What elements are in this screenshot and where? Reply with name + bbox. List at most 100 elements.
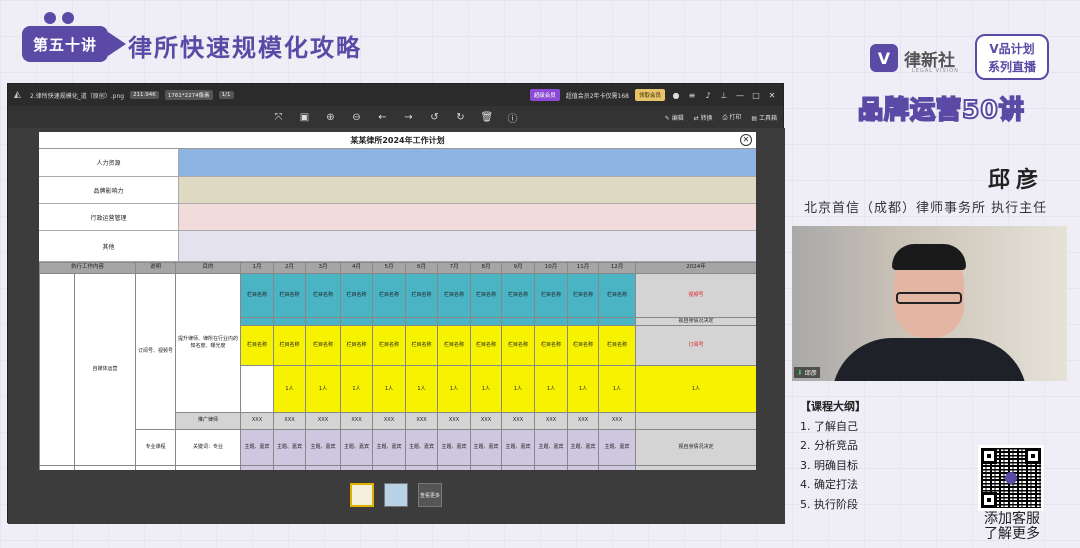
toolbox-label: 工具箱 — [758, 114, 777, 122]
topic-cell: 主题、嘉宾 — [273, 464, 307, 470]
sheet-title-text: 某某律所2024年工作计划 — [350, 136, 445, 145]
topic-cell: 主题、嘉宾 — [405, 464, 439, 470]
promo-cell: XXX — [340, 411, 374, 430]
table-header-cell: 3月 — [305, 262, 342, 274]
print-button[interactable]: ⎙ 打印 — [723, 112, 742, 122]
toolbox-button[interactable]: ▤ 工具箱 — [751, 113, 777, 122]
topic-cell: 主题、嘉宾 — [470, 428, 503, 466]
table-body: 自媒体运营 订阅号、视频号 提升律师、律所在行业内的知名度、曝光度 栏目名称 栏目名称栏… — [39, 273, 756, 470]
image-viewer-window: ◭ 2.律所快速规模化_道（原创）.png 211.94K 1761*2274像… — [7, 83, 785, 524]
topic-cell: 主题、嘉宾 — [240, 428, 275, 466]
column-name-cell: 栏目名称 — [305, 273, 342, 318]
fit-screen-icon[interactable]: ⤧ — [273, 112, 285, 123]
people-cell: 1人 — [534, 365, 569, 413]
upgrade-button[interactable]: 领取会员 — [634, 89, 665, 101]
column-name-cell: 栏目名称 — [501, 273, 536, 318]
table-header-row: 执行工作内容 说明 目的 1月 2月 3月 4月 5月 6月 7月 8月 9月 10月 11月 12月 202… — [39, 262, 756, 274]
thumbnail-current[interactable] — [350, 483, 374, 507]
category-fill — [179, 231, 756, 261]
maximize-icon[interactable]: □ — [751, 91, 761, 100]
table-header-cell: 9月 — [501, 262, 536, 274]
people-cell: 1人 — [567, 365, 600, 413]
minimize-icon[interactable]: — — [735, 91, 745, 100]
table-row: 普律课程关键词：分享、交流、文化、成长等主题、嘉宾主题、嘉宾主题、嘉宾主题、嘉宾… — [39, 464, 756, 470]
actual-size-icon[interactable]: ▣ — [299, 112, 311, 123]
table-header-cell: 执行工作内容 — [39, 262, 137, 274]
avatar-icon[interactable]: ● — [671, 91, 681, 100]
column-name-cell: 栏目名称 — [534, 325, 569, 366]
topic-cell: 主题、嘉宾 — [240, 464, 275, 470]
promo-text[interactable]: 超值会员2年卡仅需168 — [566, 91, 629, 100]
table-header-cell: 6月 — [405, 262, 439, 274]
annual-cell: 视频号 — [635, 273, 756, 318]
brand-subtitle: LEGAL VISION — [912, 68, 959, 74]
topic-cell: 主题、嘉宾 — [567, 464, 600, 470]
next-icon[interactable]: → — [403, 112, 415, 123]
people-cell: 1人 — [340, 365, 374, 413]
teal-strip-cell — [273, 317, 307, 326]
promo-cell: XXX — [405, 411, 439, 430]
speaker-body — [832, 338, 1027, 381]
promo-cell: XXX — [567, 411, 600, 430]
people-cell: 1人 — [405, 365, 439, 413]
topic-cell: 主题、嘉宾 — [305, 428, 342, 466]
people-cell: 1人 — [501, 365, 536, 413]
table-header-cell: 12月 — [598, 262, 637, 274]
close-icon[interactable]: ✕ — [740, 134, 752, 146]
rotate-left-icon[interactable]: ↺ — [429, 112, 441, 123]
media-desc-cell: 订阅号、视频号 — [135, 273, 177, 430]
close-window-icon[interactable]: ✕ — [767, 91, 777, 100]
outline-item: 4. 确定打法 — [800, 478, 858, 491]
column-name-cell: 栏目名称 — [567, 325, 600, 366]
media-group-cell: 自媒体运营 — [73, 273, 137, 466]
promo-label-cell: 推广律师 — [175, 411, 242, 430]
column-name-cell: 栏目名称 — [240, 273, 275, 318]
bell-icon[interactable]: ♪ — [703, 91, 713, 100]
view-more-button[interactable]: 查看更多 — [418, 483, 442, 507]
edit-label: 编辑 — [671, 114, 684, 122]
topic-cell: 主题、嘉宾 — [437, 464, 472, 470]
video-name-label: ⬇ 邱彦 — [794, 367, 820, 378]
teal-strip-cell — [340, 317, 374, 326]
topic-cell: 主题、嘉宾 — [372, 428, 407, 466]
topic-cell: 主题、嘉宾 — [470, 464, 503, 470]
table-header-cell: 1月 — [240, 262, 275, 274]
file-name: 2.律所快速规模化_道（原创）.png — [30, 92, 125, 100]
annual-decide-cell: 视自身情况决定 — [635, 428, 756, 466]
plan-sheet: 某某律所2024年工作计划 ✕ 人力资源 品牌影响力 行政运营管理 其他 执行工作内容… — [39, 132, 756, 470]
teal-strip-cell — [501, 317, 536, 326]
table-header-cell: 11月 — [567, 262, 600, 274]
column-name-cell: 栏目名称 — [437, 325, 472, 366]
rotate-right-icon[interactable]: ↻ — [455, 112, 467, 123]
promo-cell: XXX — [598, 411, 637, 430]
pin-icon[interactable]: ⊥ — [719, 91, 729, 100]
delete-icon[interactable]: 🗑 — [481, 112, 494, 123]
course-key-cell: 关键词：专业 — [175, 428, 242, 466]
zoom-out-icon[interactable]: ⊖ — [351, 112, 363, 123]
column-name-cell: 栏目名称 — [240, 325, 275, 366]
promo-cell: XXX — [470, 411, 503, 430]
topic-cell: 主题、嘉宾 — [567, 428, 600, 466]
thumbnail-next[interactable] — [384, 483, 408, 507]
more-menu-icon[interactable]: ≡ — [687, 91, 697, 100]
badge-pointer — [108, 32, 126, 56]
previous-icon[interactable]: ← — [377, 112, 389, 123]
viewer-toolbar: ⤧ ▣ ⊕ ⊖ ← → ↺ ↻ 🗑 ⓘ ✎ 编辑 ⇄ 转换 ⎙ 打印 ▤ 工具箱 — [8, 106, 783, 128]
table-cell-blank — [73, 464, 137, 470]
topic-cell: 主题、嘉宾 — [372, 464, 407, 470]
table-header-cell: 10月 — [534, 262, 569, 274]
table-cell-blank — [39, 464, 75, 470]
edit-button[interactable]: ✎ 编辑 — [665, 113, 684, 122]
info-icon[interactable]: ⓘ — [507, 110, 519, 125]
teal-strip-cell — [305, 317, 342, 326]
column-name-cell: 栏目名称 — [372, 325, 407, 366]
topic-cell: 主题、嘉宾 — [305, 464, 342, 470]
convert-button[interactable]: ⇄ 转换 — [694, 113, 713, 122]
qr-code — [978, 445, 1044, 511]
main-title: 律所快速规模化攻略 — [128, 34, 362, 62]
promo-cell: XXX — [240, 411, 275, 430]
vip-button[interactable]: 超级会员 — [529, 89, 560, 101]
teal-strip-cell — [372, 317, 407, 326]
zoom-in-icon[interactable]: ⊕ — [325, 112, 337, 123]
table-header-cell: 4月 — [340, 262, 374, 274]
